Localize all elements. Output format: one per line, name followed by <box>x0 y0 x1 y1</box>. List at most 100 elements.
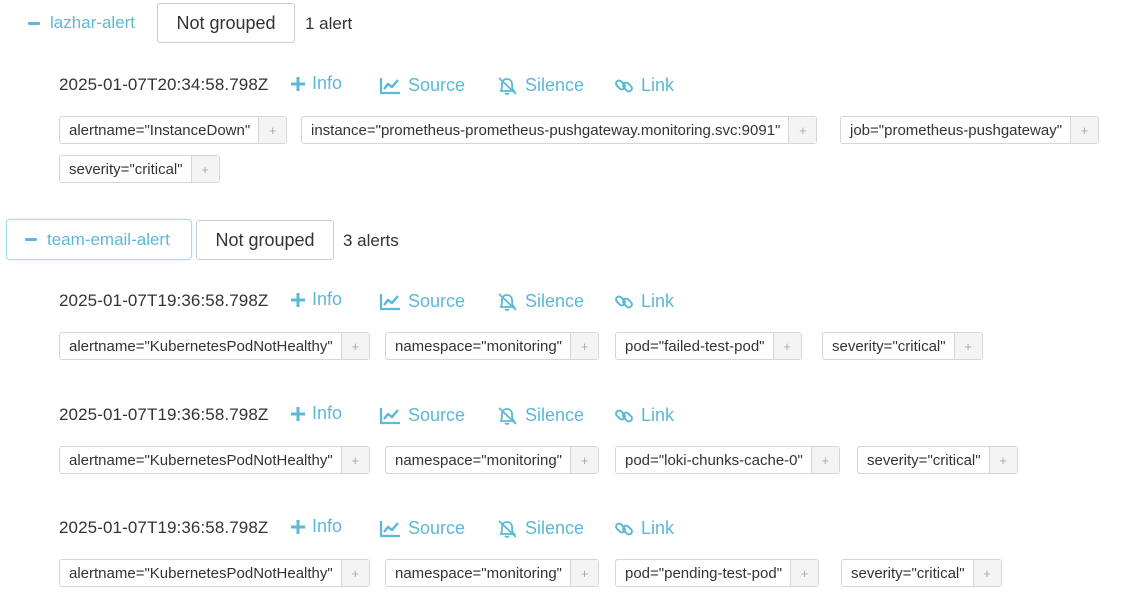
add-filter-button[interactable]: + <box>772 333 801 359</box>
source-button[interactable]: Source <box>379 518 465 539</box>
label-text[interactable]: severity="critical" <box>823 333 954 359</box>
label-text[interactable]: alertname="KubernetesPodNotHealthy" <box>60 560 341 586</box>
link-button[interactable]: Link <box>614 291 674 312</box>
add-filter-button[interactable]: + <box>570 560 598 586</box>
silence-button[interactable]: Silence <box>496 405 584 426</box>
add-filter-button[interactable]: + <box>340 333 369 359</box>
bell-slash-icon <box>498 292 517 311</box>
silence-label: Silence <box>525 518 585 538</box>
source-label: Source <box>408 291 466 311</box>
label-text[interactable]: pod="loki-chunks-cache-0" <box>616 447 811 473</box>
alert-timestamp: 2025-01-07T20:34:58.798Z <box>59 75 269 94</box>
info-button[interactable]: Info <box>291 73 342 94</box>
source-button[interactable]: Source <box>379 75 465 96</box>
label-chip: severity="critical" + <box>822 332 983 360</box>
add-filter-button[interactable]: + <box>788 117 817 143</box>
info-label: Info <box>312 73 343 93</box>
add-filter-button[interactable]: + <box>258 117 287 143</box>
label-text[interactable]: alertname="InstanceDown" <box>60 117 258 143</box>
label-text[interactable]: pod="failed-test-pod" <box>616 333 773 359</box>
silence-label: Silence <box>525 75 585 95</box>
label-text[interactable]: severity="critical" <box>842 560 973 586</box>
add-filter-button[interactable]: + <box>570 447 598 473</box>
label-chip: severity="critical" + <box>59 155 220 183</box>
link-button[interactable]: Link <box>614 75 674 96</box>
link-button[interactable]: Link <box>614 405 674 426</box>
label-chip: severity="critical" + <box>841 559 1002 587</box>
info-label: Info <box>312 403 343 423</box>
label-text[interactable]: namespace="monitoring" <box>386 333 570 359</box>
source-label: Source <box>408 75 466 95</box>
label-text[interactable]: namespace="monitoring" <box>386 447 570 473</box>
info-button[interactable]: Info <box>291 289 342 310</box>
bell-slash-icon <box>498 406 517 425</box>
grouping-button[interactable]: Not grouped <box>196 220 334 260</box>
group-header: lazhar-alert Not grouped 1 alert <box>0 3 1129 43</box>
group-name: lazhar-alert <box>50 13 136 32</box>
label-text[interactable]: alertname="KubernetesPodNotHealthy" <box>60 333 341 359</box>
add-filter-button[interactable]: + <box>340 447 369 473</box>
add-filter-button[interactable]: + <box>988 447 1017 473</box>
label-text[interactable]: severity="critical" <box>60 156 191 182</box>
line-chart-icon <box>379 293 400 310</box>
group-name: team-email-alert <box>47 229 170 249</box>
group-header: team-email-alert Not grouped 3 alerts <box>0 219 1129 260</box>
label-text[interactable]: severity="critical" <box>858 447 989 473</box>
label-chip: namespace="monitoring" + <box>385 559 599 587</box>
alert-timestamp: 2025-01-07T19:36:58.798Z <box>59 405 269 424</box>
silence-label: Silence <box>525 291 585 311</box>
plus-icon <box>291 406 305 421</box>
label-text[interactable]: namespace="monitoring" <box>386 560 570 586</box>
info-button[interactable]: Info <box>291 403 342 424</box>
source-label: Source <box>408 405 466 425</box>
label-text[interactable]: instance="prometheus-prometheus-pushgate… <box>302 117 788 143</box>
alert-timestamp: 2025-01-07T19:36:58.798Z <box>59 291 269 310</box>
bell-slash-icon <box>498 519 517 538</box>
label-chip: instance="prometheus-prometheus-pushgate… <box>301 116 818 144</box>
link-label: Link <box>641 75 675 95</box>
line-chart-icon <box>379 77 400 94</box>
alert-count: 3 alerts <box>343 231 399 250</box>
plus-icon <box>291 76 305 91</box>
info-label: Info <box>312 516 343 536</box>
info-label: Info <box>312 289 343 309</box>
label-chip: alertname="KubernetesPodNotHealthy" + <box>59 446 370 474</box>
label-chip: pod="loki-chunks-cache-0" + <box>615 446 840 474</box>
link-icon <box>615 409 633 422</box>
info-button[interactable]: Info <box>291 516 342 537</box>
add-filter-button[interactable]: + <box>340 560 369 586</box>
silence-button[interactable]: Silence <box>496 518 584 539</box>
label-text[interactable]: alertname="KubernetesPodNotHealthy" <box>60 447 341 473</box>
label-text[interactable]: pod="pending-test-pod" <box>616 560 790 586</box>
add-filter-button[interactable]: + <box>790 560 819 586</box>
add-filter-button[interactable]: + <box>190 156 219 182</box>
link-icon <box>615 295 633 308</box>
add-filter-button[interactable]: + <box>570 333 598 359</box>
plus-icon <box>291 519 305 534</box>
label-chip: pod="pending-test-pod" + <box>615 559 820 587</box>
bell-slash-icon <box>498 76 517 95</box>
group-collapse-toggle[interactable]: lazhar-alert <box>24 3 139 43</box>
alert-header: 2025-01-07T20:34:58.798Z Info Source Sil… <box>59 72 1059 102</box>
silence-button[interactable]: Silence <box>496 75 584 96</box>
grouping-button[interactable]: Not grouped <box>157 3 295 43</box>
label-chip: namespace="monitoring" + <box>385 446 599 474</box>
label-text[interactable]: job="prometheus-pushgateway" <box>841 117 1070 143</box>
add-filter-button[interactable]: + <box>810 447 839 473</box>
alert-header: 2025-01-07T19:36:58.798Z Info Source Sil… <box>59 515 1059 545</box>
add-filter-button[interactable]: + <box>953 333 982 359</box>
alert-header: 2025-01-07T19:36:58.798Z Info Source Sil… <box>59 288 1059 318</box>
source-button[interactable]: Source <box>379 405 465 426</box>
add-filter-button[interactable]: + <box>1070 117 1099 143</box>
label-chip: job="prometheus-pushgateway" + <box>840 116 1100 144</box>
label-chip: pod="failed-test-pod" + <box>615 332 802 360</box>
alert-timestamp: 2025-01-07T19:36:58.798Z <box>59 518 269 537</box>
source-button[interactable]: Source <box>379 291 465 312</box>
add-filter-button[interactable]: + <box>972 560 1001 586</box>
link-icon <box>615 522 633 535</box>
link-button[interactable]: Link <box>614 518 674 539</box>
plus-icon <box>291 292 305 307</box>
line-chart-icon <box>379 407 400 424</box>
group-collapse-toggle[interactable]: team-email-alert <box>6 219 192 260</box>
silence-button[interactable]: Silence <box>496 291 584 312</box>
